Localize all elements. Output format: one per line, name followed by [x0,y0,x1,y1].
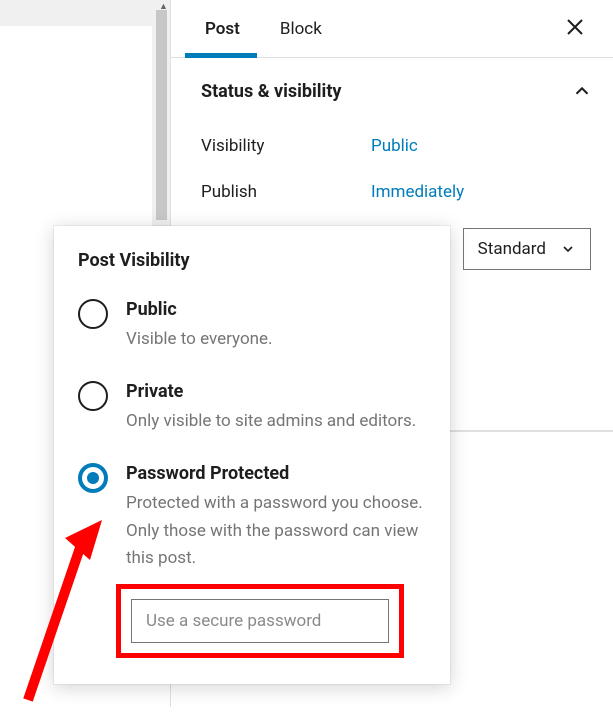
post-format-select[interactable]: Standard [463,228,591,270]
post-visibility-popover: Post Visibility Public Visible to everyo… [54,226,450,684]
sidebar-tabs: Post Block [171,0,613,58]
close-sidebar-button[interactable] [557,11,593,47]
publish-row: Publish Immediately [201,182,593,202]
radio-public[interactable] [78,299,108,329]
visibility-value-button[interactable]: Public [371,136,418,156]
password-input[interactable] [131,599,389,643]
radio-password[interactable] [78,463,108,493]
radio-public-label: Public [126,299,426,320]
radio-password-label: Password Protected [126,463,426,484]
active-tab-indicator [185,53,257,58]
radio-private-label: Private [126,381,426,402]
radio-public-desc: Visible to everyone. [126,326,426,353]
tab-block[interactable]: Block [260,1,342,57]
scrollbar-up-arrow[interactable]: ▲ [159,1,168,12]
radio-private[interactable] [78,381,108,411]
chevron-down-icon [560,241,576,257]
close-icon [565,17,585,37]
publish-label: Publish [201,182,371,202]
radio-option-public[interactable]: Public Visible to everyone. [78,299,426,353]
radio-private-text: Private Only visible to site admins and … [126,381,426,435]
panel-header[interactable]: Status & visibility [201,80,593,102]
chevron-up-icon [571,80,593,102]
radio-private-desc: Only visible to site admins and editors. [126,408,426,435]
radio-password-desc: Protected with a password you choose. On… [126,490,426,572]
tab-post[interactable]: Post [185,1,260,57]
visibility-label: Visibility [201,136,371,156]
radio-public-text: Public Visible to everyone. [126,299,426,353]
format-value: Standard [478,239,546,259]
publish-value-button[interactable]: Immediately [371,182,464,202]
password-highlight-annotation [116,584,404,658]
scrollbar-thumb[interactable] [156,10,167,220]
visibility-row: Visibility Public [201,136,593,156]
popover-title: Post Visibility [78,250,426,271]
panel-title: Status & visibility [201,81,341,102]
radio-option-private[interactable]: Private Only visible to site admins and … [78,381,426,435]
radio-option-password[interactable]: Password Protected Protected with a pass… [78,463,426,572]
radio-password-text: Password Protected Protected with a pass… [126,463,426,572]
